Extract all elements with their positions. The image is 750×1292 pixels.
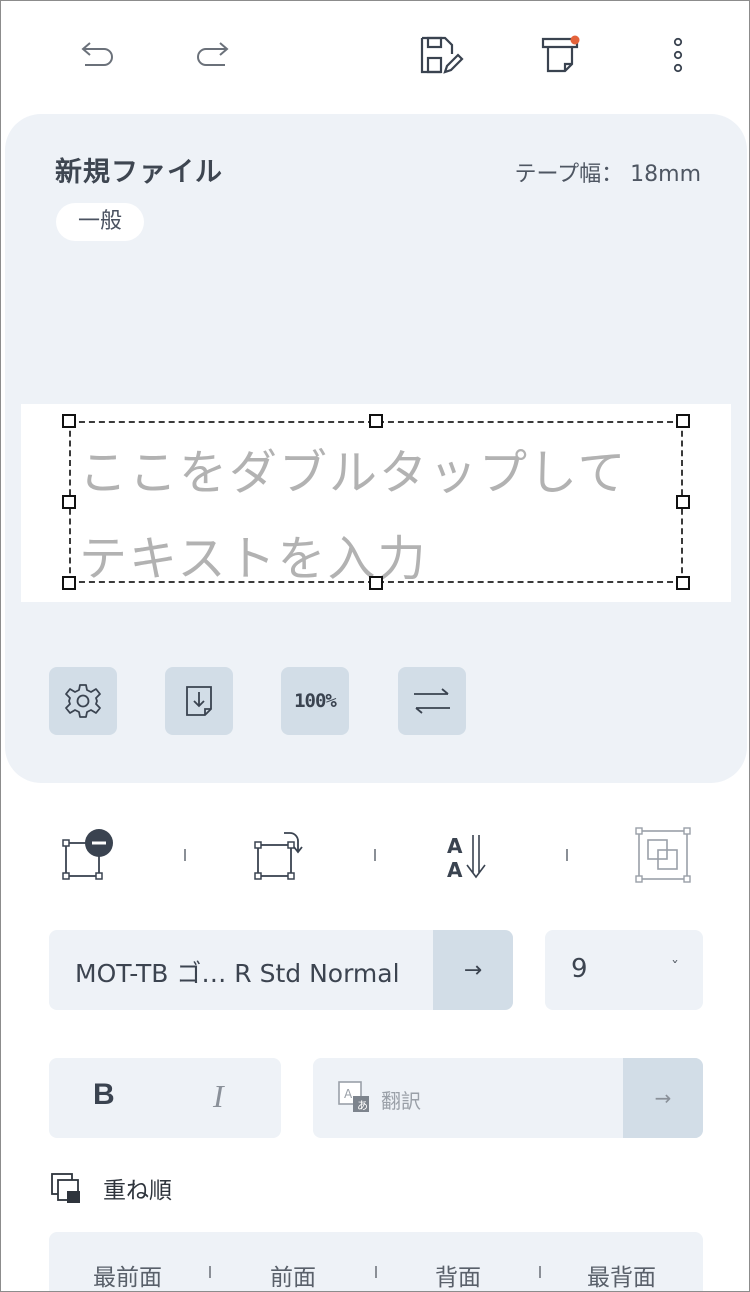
svg-text:A: A [447, 834, 463, 858]
resize-handle-bottom-center[interactable] [369, 576, 383, 590]
chevron-down-icon: ˇ [671, 958, 679, 977]
order-divider [375, 1266, 377, 1278]
tape-width-label: テープ幅： [514, 162, 624, 187]
resize-handle-top-left[interactable] [62, 414, 76, 428]
send-to-back-button[interactable]: 最背面 [587, 1258, 656, 1291]
arrow-right-icon: → [463, 957, 483, 983]
text-style-group: B I [49, 1058, 281, 1138]
category-tag[interactable]: 一般 [56, 203, 145, 241]
resize-handle-middle-right[interactable] [676, 495, 690, 509]
zoom-button[interactable]: 100% [281, 667, 349, 735]
tape-width-value: 18mm [630, 162, 701, 187]
layer-order-bar: 最前面 前面 背面 最背面 [49, 1232, 703, 1291]
group-button[interactable] [631, 823, 695, 887]
file-name: 新規ファイル [55, 157, 223, 188]
svg-text:あ: あ [357, 1099, 368, 1112]
translate-label: 翻訳 [381, 1089, 421, 1113]
resize-handle-bottom-right[interactable] [676, 576, 690, 590]
font-name: MOT-TB ゴ… R Std Normal [75, 959, 400, 988]
font-size-value: 9 [571, 954, 588, 984]
import-button[interactable] [165, 667, 233, 735]
text-object[interactable]: ここをダブルタップして テキストを入力 [62, 414, 690, 590]
swap-direction-button[interactable] [398, 667, 466, 735]
order-divider [539, 1266, 541, 1278]
font-arrow-button[interactable]: → [433, 930, 513, 1010]
more-vertical-icon [673, 37, 683, 73]
save-button[interactable] [417, 31, 465, 79]
translate-arrow-button[interactable]: → [623, 1058, 703, 1138]
arrow-right-icon: → [654, 1086, 672, 1110]
tool-divider [374, 849, 376, 861]
label-preview-panel: 新規ファイル テープ幅： 18mm 一般 ここをダブルタップして テキストを入力 [5, 114, 747, 783]
bring-to-front-button[interactable]: 最前面 [93, 1258, 162, 1291]
delete-object-button[interactable] [53, 823, 117, 887]
font-selector[interactable]: MOT-TB ゴ… R Std Normal → [49, 930, 513, 1010]
bold-button[interactable]: B [93, 1078, 115, 1112]
redo-button[interactable] [188, 31, 236, 79]
order-divider [209, 1266, 211, 1278]
svg-text:A: A [447, 858, 463, 882]
layer-order-icon [51, 1173, 80, 1203]
undo-button[interactable] [74, 31, 122, 79]
translate-icon: A あ [338, 1081, 369, 1112]
layer-order-header: 重ね順 [49, 1171, 172, 1205]
italic-button[interactable]: I [213, 1078, 224, 1115]
vertical-text-button[interactable]: A A [437, 823, 501, 887]
swap-icon [414, 688, 450, 714]
settings-button[interactable] [49, 667, 117, 735]
tool-divider [184, 849, 186, 861]
app-frame: 新規ファイル テープ幅： 18mm 一般 ここをダブルタップして テキストを入力 [0, 0, 750, 1292]
zoom-level: 100% [294, 690, 337, 712]
delete-object-icon [62, 829, 113, 880]
rotate-button[interactable] [244, 823, 308, 887]
layer-order-title: 重ね順 [103, 1178, 172, 1204]
import-icon [186, 686, 212, 716]
tape-width: テープ幅： 18mm [514, 156, 701, 188]
resize-handle-middle-left[interactable] [62, 495, 76, 509]
label-canvas[interactable]: ここをダブルタップして テキストを入力 [21, 404, 731, 602]
svg-text:A: A [344, 1087, 353, 1101]
tool-divider [566, 849, 568, 861]
group-icon [635, 827, 691, 883]
font-size-select[interactable]: 9 ˇ [545, 930, 703, 1010]
redo-icon [197, 42, 229, 66]
save-edit-icon [420, 36, 464, 74]
print-icon [541, 35, 580, 73]
resize-handle-bottom-left[interactable] [62, 576, 76, 590]
translate-button[interactable]: A あ 翻訳 → [313, 1058, 703, 1138]
vertical-text-icon: A A [447, 834, 486, 882]
print-button[interactable] [537, 31, 585, 79]
bring-forward-button[interactable]: 前面 [270, 1258, 316, 1291]
send-backward-button[interactable]: 背面 [435, 1258, 481, 1291]
rotate-icon [254, 832, 303, 880]
text-placeholder-line1: ここをダブルタップして [79, 445, 628, 501]
top-toolbar [1, 1, 749, 113]
resize-handle-top-right[interactable] [676, 414, 690, 428]
gear-icon [65, 684, 101, 718]
undo-icon [81, 42, 113, 66]
resize-handle-top-center[interactable] [369, 414, 383, 428]
more-button[interactable] [654, 31, 702, 79]
